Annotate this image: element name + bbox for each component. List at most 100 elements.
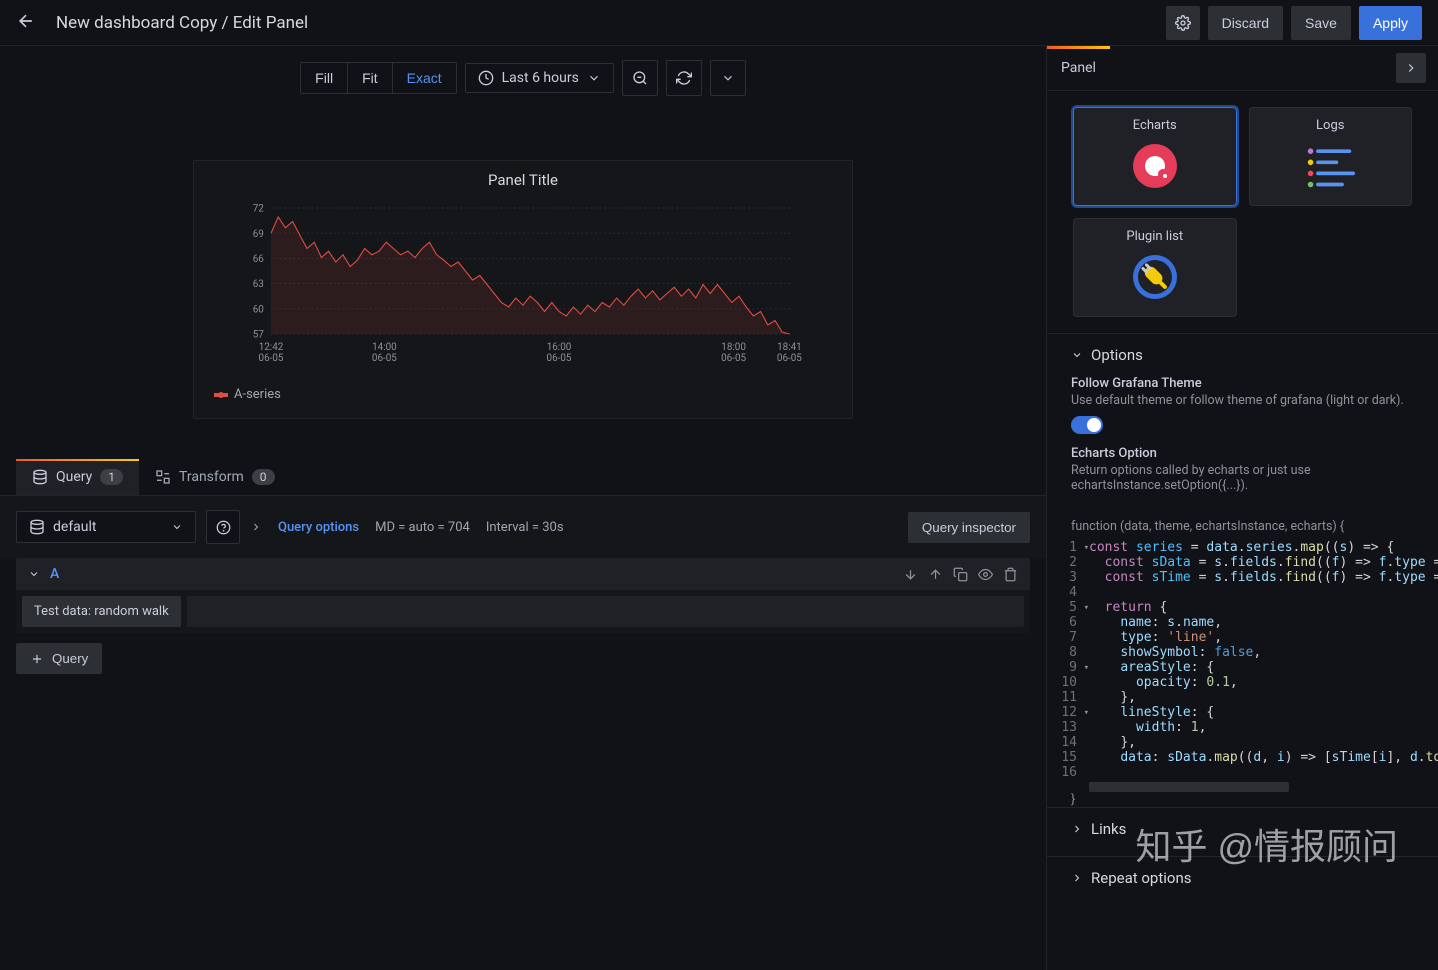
- repeat-header[interactable]: Repeat options: [1071, 869, 1414, 887]
- chart-area[interactable]: 72 69 66 63 60 57: [194, 199, 852, 383]
- function-signature: function (data, theme, echartsInstance, …: [1047, 511, 1438, 534]
- database-icon: [29, 519, 45, 535]
- svg-text:16:00: 16:00: [547, 342, 572, 353]
- clock-icon: [478, 70, 494, 86]
- svg-text:06-05: 06-05: [547, 353, 572, 364]
- arrow-up-icon[interactable]: [928, 567, 943, 582]
- scenario-input[interactable]: [187, 596, 1024, 627]
- plugin-list-icon: [1130, 252, 1180, 302]
- settings-button[interactable]: [1166, 6, 1200, 40]
- panel-tab[interactable]: Panel: [1047, 46, 1110, 90]
- svg-text:18:41: 18:41: [777, 342, 802, 353]
- svg-text:14:00: 14:00: [372, 342, 397, 353]
- chevron-right-icon[interactable]: [250, 521, 262, 533]
- refresh-dropdown[interactable]: [710, 60, 746, 96]
- legend: A-series: [194, 383, 852, 406]
- zoom-out-icon: [632, 70, 648, 86]
- echarts-option-label: Echarts Option: [1071, 446, 1414, 461]
- fit-button[interactable]: Fit: [348, 63, 393, 93]
- right-pane: Panel Echarts Logs Plugin list: [1046, 46, 1438, 970]
- panel-tab-expand[interactable]: [1396, 53, 1426, 83]
- plus-icon: [30, 652, 44, 666]
- datasource-help-button[interactable]: [206, 510, 240, 544]
- svg-text:66: 66: [253, 254, 265, 265]
- question-icon: [216, 520, 231, 535]
- save-button[interactable]: Save: [1291, 6, 1351, 40]
- tab-transform-badge: 0: [252, 469, 275, 485]
- add-query-label: Query: [52, 651, 88, 666]
- panel: Panel Title 72 69 66 63 60 57: [193, 160, 853, 419]
- breadcrumb: New dashboard Copy / Edit Panel: [56, 13, 308, 33]
- apply-button[interactable]: Apply: [1359, 6, 1422, 40]
- svg-text:60: 60: [253, 304, 264, 315]
- chevron-down-icon[interactable]: [28, 568, 40, 580]
- refresh-button[interactable]: [666, 60, 702, 96]
- bottom-tabs: Query 1 Transform 0: [0, 459, 1046, 496]
- tab-transform[interactable]: Transform 0: [139, 459, 291, 495]
- legend-label: A-series: [234, 387, 281, 402]
- code-editor[interactable]: 1▾const series = data.series.map((s) => …: [1047, 534, 1438, 792]
- datasource-name: default: [53, 519, 97, 535]
- chart-svg: 72 69 66 63 60 57: [214, 199, 832, 379]
- fill-button[interactable]: Fill: [301, 63, 348, 93]
- svg-text:12:42: 12:42: [259, 342, 284, 353]
- panel-tab-row: Panel: [1047, 46, 1438, 91]
- toolbar: Fill Fit Exact Last 6 hours: [0, 46, 1046, 110]
- repeat-section: Repeat options: [1047, 856, 1438, 905]
- query-row: A Test data: random walk: [16, 558, 1030, 633]
- option-follow-theme: Follow Grafana Theme Use default theme o…: [1071, 376, 1414, 434]
- viz-grid: Echarts Logs Plugin list: [1047, 91, 1438, 333]
- query-inspector-button[interactable]: Query inspector: [908, 512, 1030, 543]
- svg-text:63: 63: [253, 279, 264, 290]
- links-header[interactable]: Links: [1071, 820, 1414, 838]
- exact-button[interactable]: Exact: [393, 63, 456, 93]
- query-body: Test data: random walk: [16, 590, 1030, 633]
- zoom-out-button[interactable]: [622, 60, 658, 96]
- viz-card-echarts[interactable]: Echarts: [1073, 107, 1237, 206]
- chevron-down-icon: [721, 71, 735, 85]
- database-icon: [32, 469, 48, 485]
- datasource-select[interactable]: default: [16, 511, 196, 543]
- echarts-icon: [1130, 141, 1180, 191]
- tab-transform-label: Transform: [179, 469, 244, 485]
- trash-icon[interactable]: [1003, 567, 1018, 582]
- follow-theme-toggle[interactable]: [1071, 416, 1103, 434]
- viz-name-plugin-list: Plugin list: [1126, 229, 1183, 244]
- time-range-picker[interactable]: Last 6 hours: [465, 63, 614, 93]
- options-section: Options Follow Grafana Theme Use default…: [1047, 333, 1438, 511]
- scenario-label[interactable]: Test data: random walk: [22, 596, 181, 627]
- chevron-down-icon: [171, 521, 183, 533]
- viz-card-logs[interactable]: Logs: [1249, 107, 1413, 206]
- chart-container: Panel Title 72 69 66 63 60 57: [0, 110, 1046, 459]
- query-options-interval: Interval = 30s: [486, 520, 564, 535]
- copy-icon[interactable]: [953, 567, 968, 582]
- links-section: Links: [1047, 807, 1438, 856]
- discard-button[interactable]: Discard: [1208, 6, 1283, 40]
- follow-theme-desc: Use default theme or follow theme of gra…: [1071, 393, 1414, 408]
- refresh-icon: [676, 70, 692, 86]
- viz-card-plugin-list[interactable]: Plugin list: [1073, 218, 1237, 317]
- code-horizontal-scrollbar[interactable]: [1089, 782, 1289, 792]
- legend-marker: [214, 393, 228, 397]
- back-arrow-icon[interactable]: [16, 11, 36, 35]
- add-query-button[interactable]: Query: [16, 643, 102, 674]
- viz-name-echarts: Echarts: [1133, 118, 1177, 133]
- svg-text:72: 72: [253, 204, 265, 215]
- series-area: [271, 217, 793, 334]
- arrow-down-icon[interactable]: [903, 567, 918, 582]
- query-options-toggle[interactable]: Query options: [278, 520, 359, 535]
- query-letter[interactable]: A: [50, 566, 59, 582]
- header-right: Discard Save Apply: [1166, 6, 1422, 40]
- chevron-right-icon: [1404, 61, 1418, 75]
- transform-icon: [155, 469, 171, 485]
- svg-text:06-05: 06-05: [777, 353, 802, 364]
- follow-theme-label: Follow Grafana Theme: [1071, 376, 1414, 391]
- svg-text:57: 57: [253, 330, 265, 341]
- query-row-header: A: [16, 558, 1030, 590]
- function-close: }: [1047, 792, 1438, 807]
- time-range-label: Last 6 hours: [502, 70, 579, 86]
- tab-query[interactable]: Query 1: [16, 459, 139, 495]
- options-header[interactable]: Options: [1071, 346, 1414, 364]
- eye-icon[interactable]: [978, 567, 993, 582]
- gear-icon: [1175, 15, 1191, 31]
